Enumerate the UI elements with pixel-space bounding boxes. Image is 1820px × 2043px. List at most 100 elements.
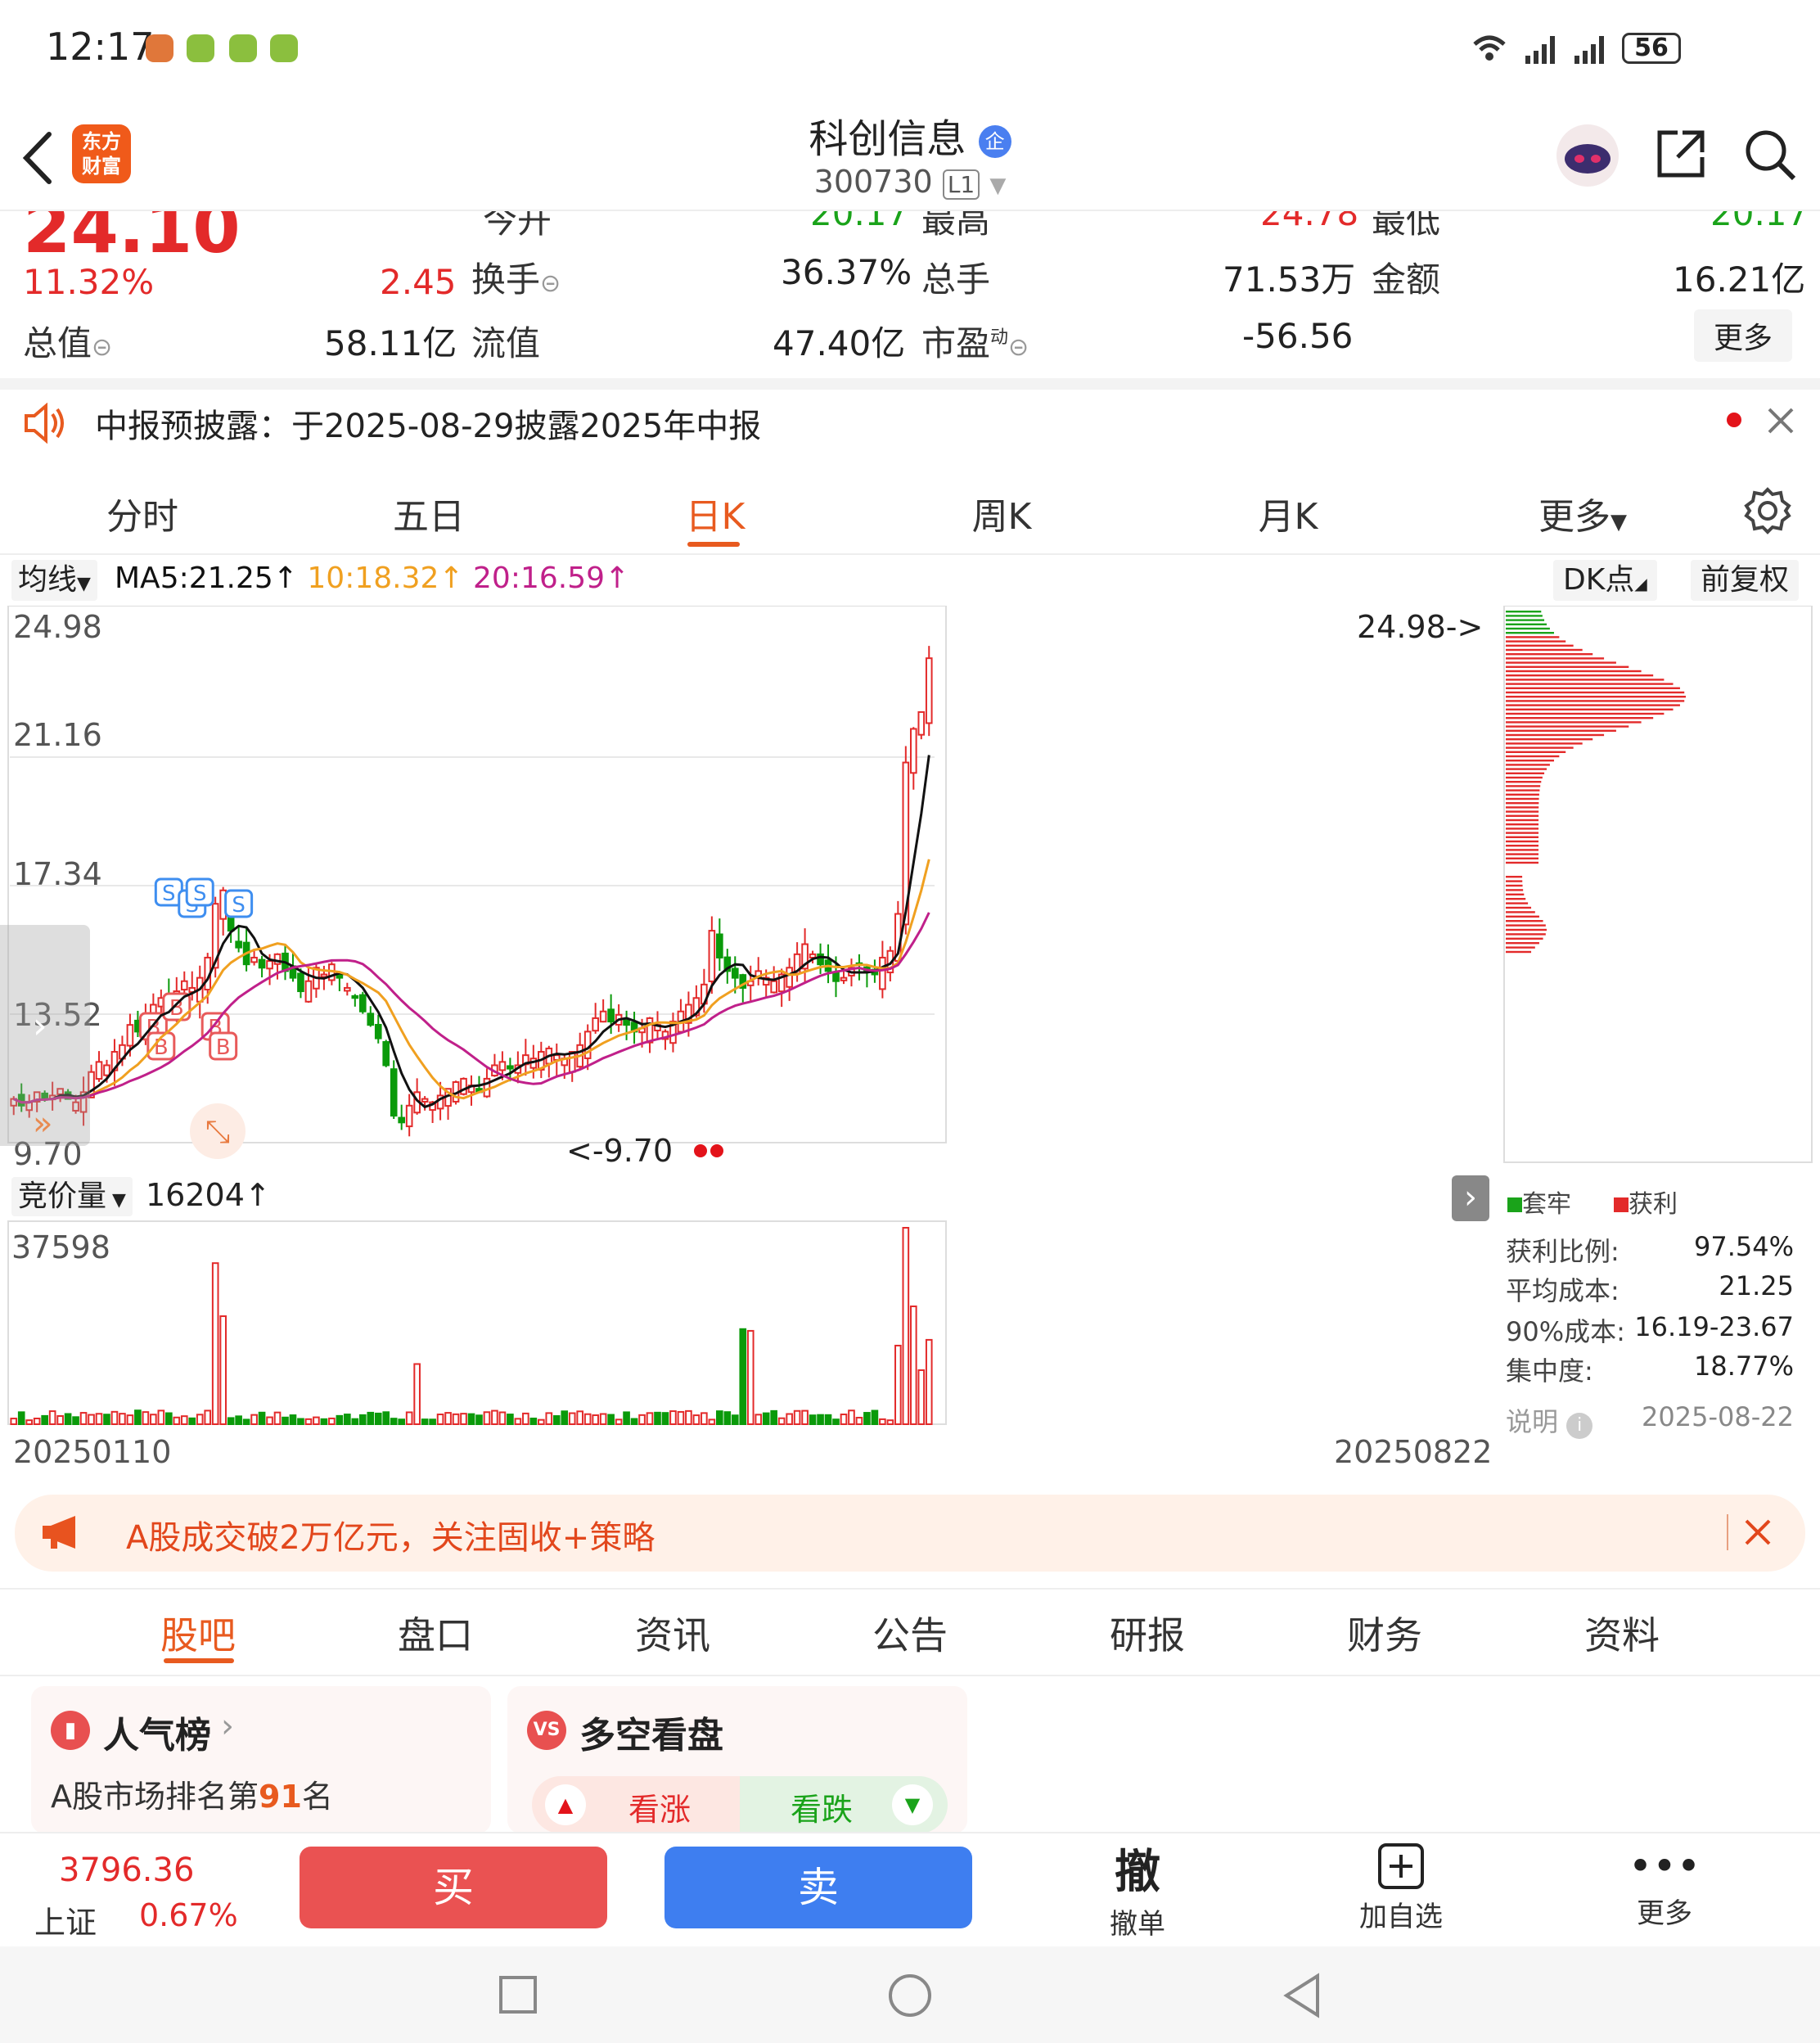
ma-selector[interactable]: 均线▼	[11, 560, 97, 601]
back-nav-icon[interactable]	[1282, 1973, 1322, 2018]
svg-text:S: S	[232, 893, 246, 918]
gear-icon[interactable]	[1743, 486, 1792, 535]
dk-point-selector[interactable]: DK点◢	[1553, 560, 1657, 601]
info-icon: ⊝	[1008, 333, 1029, 362]
candles: SSSSBBBBB	[10, 646, 933, 1137]
volume-bar	[436, 1414, 444, 1425]
chip-bar	[1506, 729, 1616, 732]
chip-bar	[1506, 679, 1665, 681]
add-watchlist-button[interactable]: 加自选	[1319, 1842, 1483, 1934]
chip-bar	[1506, 665, 1629, 668]
chip-bar	[1506, 880, 1523, 882]
index-value[interactable]: 3796.36	[59, 1851, 194, 1889]
bull-bear-card[interactable]: VS 多空看盘 ▲ 看涨 看跌 ▼	[507, 1686, 967, 1833]
tab-guba[interactable]: 股吧	[116, 1606, 280, 1660]
total-value-label[interactable]: 总值⊝	[23, 316, 112, 366]
popularity-card[interactable]: ▮ 人气榜 › A股市场排名第91名	[31, 1686, 491, 1833]
chip-bar	[1506, 937, 1543, 940]
volume-bar	[289, 1414, 297, 1426]
volume-bar	[669, 1410, 677, 1426]
tab-pankou[interactable]: 盘口	[354, 1606, 517, 1660]
volume-bar	[25, 1419, 34, 1426]
double-chevron-icon[interactable]: »	[33, 1105, 52, 1143]
tab-five-day[interactable]: 五日	[347, 487, 511, 539]
volume-frame	[7, 1220, 947, 1425]
chip-bar	[1506, 906, 1532, 909]
volume-bar	[871, 1409, 879, 1426]
tab-announcements[interactable]: 公告	[828, 1606, 992, 1660]
chip-bar	[1506, 836, 1539, 838]
tab-finance[interactable]: 财务	[1303, 1606, 1466, 1660]
popularity-rank-text: A股市场排名第91名	[51, 1779, 333, 1815]
chip-bar	[1506, 920, 1543, 922]
candle-body	[180, 980, 188, 991]
tab-daily-k[interactable]: 日K	[633, 487, 797, 539]
info-icon: ⊝	[540, 269, 561, 298]
volume-bar	[793, 1409, 801, 1426]
chip-bar	[1506, 853, 1539, 855]
pe-value: -56.56	[1242, 316, 1354, 356]
more-button[interactable]: ••• 更多	[1583, 1842, 1746, 1931]
turnover-label[interactable]: 换手⊝	[471, 252, 561, 302]
tab-monthly-k[interactable]: 月K	[1206, 487, 1370, 539]
share-icon[interactable]	[1655, 128, 1707, 180]
volume-bar	[204, 1409, 212, 1425]
explain-link[interactable]: 说明 i	[1506, 1401, 1593, 1439]
close-icon[interactable]	[1743, 1518, 1773, 1547]
home-icon[interactable]	[887, 1973, 933, 2018]
tab-weekly-k[interactable]: 周K	[920, 487, 1083, 539]
volume-bar	[56, 1414, 64, 1425]
chip-bar	[1506, 721, 1642, 724]
chip-bar	[1506, 814, 1539, 817]
chip-distribution	[1506, 611, 1686, 954]
chip-bar	[1506, 640, 1566, 643]
volume-bar	[467, 1413, 475, 1425]
expand-icon[interactable]: ⤡	[190, 1103, 246, 1159]
volume-bar	[17, 1411, 25, 1425]
candle-body	[607, 1008, 615, 1023]
tab-more[interactable]: 更多▼	[1501, 487, 1665, 539]
stock-code-line[interactable]: 300730 L1 ▼	[0, 164, 1820, 200]
vs-icon: VS	[527, 1711, 566, 1750]
volume-bar	[654, 1411, 661, 1425]
candle-body	[498, 1061, 507, 1071]
volume-bar	[561, 1410, 569, 1426]
sell-button[interactable]: 卖	[664, 1847, 972, 1928]
chip-bar	[1506, 611, 1542, 613]
tab-intraday[interactable]: 分时	[61, 487, 224, 539]
ellipsis-icon: •••	[1628, 1842, 1701, 1890]
bear-button[interactable]: 看跌 ▼	[740, 1776, 948, 1833]
chip-bar	[1506, 876, 1523, 878]
candle-body	[374, 1023, 382, 1040]
volume-bar	[615, 1418, 623, 1425]
volume-bar	[917, 1369, 926, 1426]
chevron-right-icon[interactable]: ›	[1452, 1175, 1489, 1221]
arrow-up-icon: ▲	[545, 1784, 586, 1825]
recents-icon[interactable]	[498, 1974, 538, 2015]
tab-news[interactable]: 资讯	[591, 1606, 755, 1660]
more-quote-button[interactable]: 更多	[1694, 309, 1793, 362]
pe-label[interactable]: 市盈动⊝	[921, 316, 1029, 366]
bull-button[interactable]: ▲ 看涨	[532, 1776, 740, 1833]
bear-label: 看跌	[791, 1792, 854, 1828]
adjust-selector[interactable]: 前复权	[1691, 560, 1800, 601]
chip-bar	[1506, 674, 1654, 677]
chip-bar	[1506, 776, 1543, 779]
float-value: 47.40亿	[773, 323, 906, 363]
legend-profit: 获利	[1614, 1184, 1678, 1220]
candle-body	[917, 710, 926, 736]
buy-button[interactable]: 买	[300, 1847, 607, 1928]
low-dot	[710, 1144, 723, 1157]
robot-assistant-icon[interactable]	[1555, 123, 1620, 188]
search-icon[interactable]	[1743, 128, 1797, 182]
current-price: 24.10	[23, 211, 241, 268]
cancel-order-button[interactable]: 撤 撤单	[1056, 1835, 1219, 1942]
volume-bar	[630, 1418, 638, 1425]
tab-profile[interactable]: 资料	[1540, 1606, 1704, 1660]
close-icon[interactable]	[1766, 406, 1795, 435]
tab-research[interactable]: 研报	[1065, 1606, 1229, 1660]
volume-bar	[522, 1412, 529, 1426]
volume-selector[interactable]: 竞价量 ▼	[11, 1177, 133, 1216]
bull-bear-title: 多空看盘	[579, 1715, 723, 1757]
chevron-down-icon: ▼	[989, 174, 1007, 198]
